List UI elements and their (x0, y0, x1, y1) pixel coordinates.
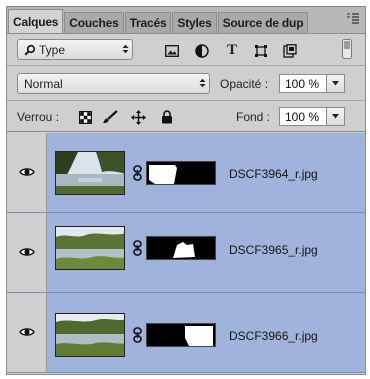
visibility-toggle[interactable] (7, 213, 47, 292)
opacity-dropdown-button[interactable] (327, 74, 345, 93)
visibility-toggle[interactable] (7, 133, 47, 212)
link-mask-icon[interactable] (131, 163, 143, 183)
layer-name[interactable]: DSCF3965_r.jpg (229, 243, 318, 257)
layer-name[interactable]: DSCF3966_r.jpg (229, 329, 318, 343)
layer-row[interactable]: DSCF3966_r.jpg (7, 293, 365, 373)
tab-traces[interactable]: Tracés (124, 12, 172, 33)
eye-icon (18, 324, 35, 342)
layer-row[interactable]: DSCF3965_r.jpg (7, 213, 365, 293)
layer-body[interactable]: DSCF3964_r.jpg (47, 133, 365, 212)
layer-mask-thumbnail[interactable] (146, 161, 216, 185)
image-filter-icon[interactable] (163, 42, 181, 60)
chevron-updown-icon (195, 78, 209, 90)
filter-row: Type T (7, 34, 365, 66)
tab-calques[interactable]: Calques (8, 9, 64, 33)
lock-paint-icon[interactable] (101, 108, 119, 126)
visibility-toggle[interactable] (7, 293, 47, 372)
eye-icon (18, 164, 35, 182)
filter-kind-select[interactable]: Type (17, 39, 133, 60)
layer-thumbnail (55, 151, 125, 195)
eye-icon (18, 244, 35, 262)
blend-mode-select[interactable]: Normal (17, 73, 210, 94)
panel-menu-icon[interactable] (345, 12, 361, 26)
blend-row: Normal Opacité : 100 % (7, 67, 365, 101)
adjustment-filter-icon[interactable] (193, 42, 211, 60)
blend-mode-value: Normal (24, 76, 63, 91)
layer-thumbnail (55, 313, 125, 357)
lock-label: Verrou : (17, 110, 60, 124)
layer-mask-thumbnail[interactable] (146, 323, 216, 347)
layer-body[interactable]: DSCF3965_r.jpg (47, 213, 365, 292)
filter-kind-value: Type (39, 42, 66, 57)
tab-styles[interactable]: Styles (172, 12, 217, 33)
lock-transparent-icon[interactable] (76, 108, 94, 126)
layers-list: DSCF3964_r.jpg DSCF3965_r.jpg DSCF3966_r… (7, 133, 365, 374)
lock-row: Verrou : Fond : 100 % (7, 102, 365, 132)
layer-row[interactable]: DSCF3964_r.jpg (7, 133, 365, 213)
fill-label: Fond : (236, 110, 271, 124)
link-mask-icon[interactable] (131, 238, 143, 258)
fill-input[interactable]: 100 % (279, 107, 327, 126)
layer-name[interactable]: DSCF3964_r.jpg (229, 167, 318, 181)
filter-toggle-icon[interactable] (338, 39, 356, 59)
fill-dropdown-button[interactable] (327, 107, 345, 126)
tab-source-de-dup[interactable]: Source de dup (217, 12, 309, 33)
layer-mask-thumbnail[interactable] (146, 236, 216, 260)
layer-thumbnail (55, 226, 125, 270)
search-icon (18, 44, 36, 56)
chevron-updown-icon (118, 44, 132, 56)
link-mask-icon[interactable] (131, 325, 143, 345)
lock-all-icon[interactable] (158, 108, 176, 126)
opacity-label: Opacité : (220, 77, 269, 91)
layer-body[interactable]: DSCF3966_r.jpg (47, 293, 365, 372)
shape-filter-icon[interactable] (252, 42, 270, 60)
tab-couches[interactable]: Couches (64, 12, 124, 33)
layers-panel: Calques Couches Tracés Styles Source de … (6, 6, 366, 375)
type-filter-icon[interactable]: T (223, 41, 241, 59)
lock-position-icon[interactable] (129, 108, 147, 126)
smart-object-filter-icon[interactable] (281, 42, 299, 60)
opacity-input[interactable]: 100 % (279, 74, 327, 93)
panel-tab-bar: Calques Couches Tracés Styles Source de … (7, 7, 365, 34)
